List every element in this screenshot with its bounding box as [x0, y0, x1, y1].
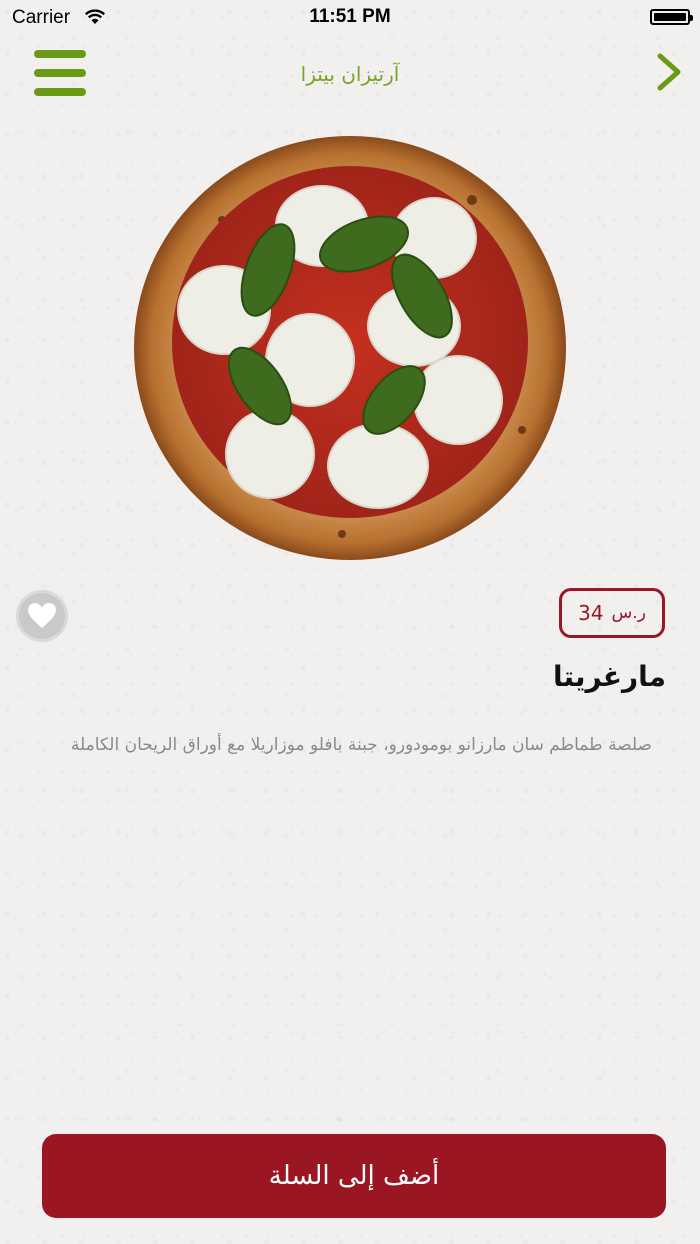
- status-bar: Carrier 11:51 PM: [0, 0, 700, 36]
- item-title: مارغريتا: [553, 660, 666, 693]
- price-currency: ر.س: [611, 603, 646, 623]
- heart-icon: [28, 603, 56, 628]
- clock: 11:51 PM: [309, 6, 391, 27]
- pizza-margherita-image: [134, 136, 566, 560]
- favorite-button[interactable]: [16, 590, 68, 642]
- chevron-right-icon[interactable]: [654, 52, 684, 92]
- add-to-cart-button[interactable]: أضف إلى السلة: [42, 1134, 666, 1218]
- price-value: 34: [578, 601, 604, 625]
- battery-icon: [650, 9, 693, 25]
- page-title: آرتيزان بيتزا: [300, 62, 400, 86]
- item-description: صلصة طماطم سان مارزانو بومودورو، جبنة با…: [70, 735, 652, 755]
- price-badge: ر.س 34: [559, 588, 665, 638]
